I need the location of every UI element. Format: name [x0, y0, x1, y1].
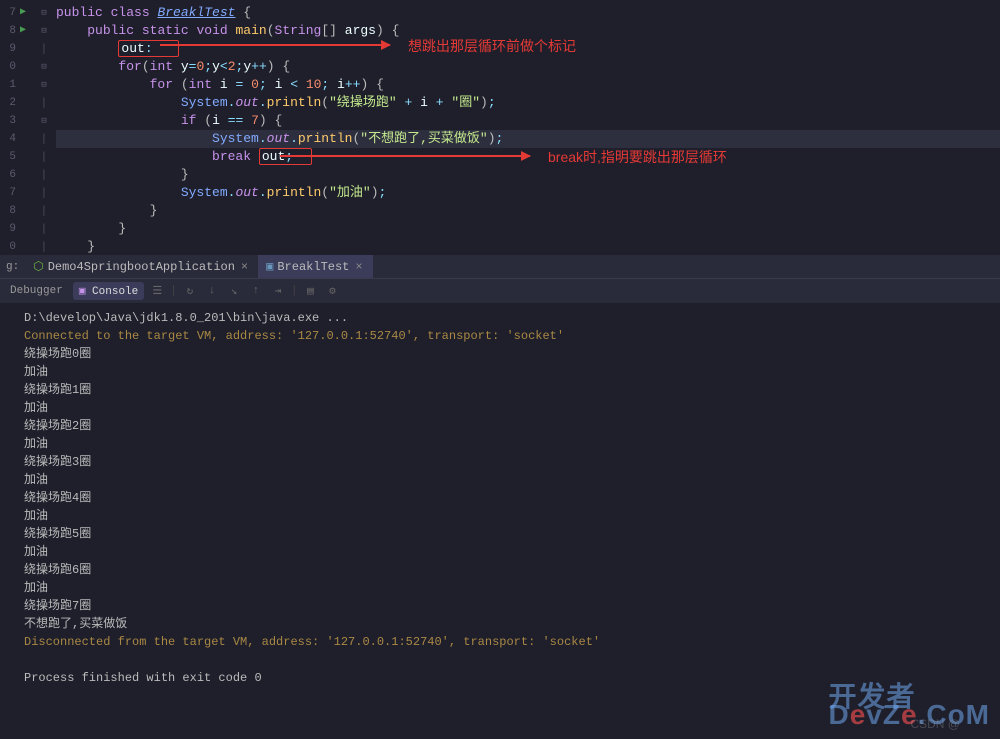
- tab-label: Console: [92, 286, 138, 298]
- fold-gutter[interactable]: ⊟⊟│⊟⊟│⊟│││││││: [38, 0, 50, 255]
- settings-icon[interactable]: ⚙: [323, 282, 341, 300]
- watermark-logo: 开发者 DevZe.CoM: [828, 688, 990, 724]
- console-output[interactable]: D:\develop\Java\jdk1.8.0_201\bin\java.ex…: [0, 303, 1000, 739]
- tab-label: Demo4SpringbootApplication: [48, 260, 235, 274]
- step-out-icon[interactable]: ↑: [247, 282, 265, 300]
- console-text: D:\develop\Java\jdk1.8.0_201\bin\java.ex…: [24, 309, 996, 687]
- code-content[interactable]: public class BreaklTest { public static …: [50, 0, 1000, 255]
- app-icon: ▣: [266, 259, 273, 274]
- line-number-gutter: 78901234567890: [0, 0, 20, 255]
- code-editor[interactable]: 78901234567890 ▶ ▶ ⊟⊟│⊟⊟│⊟│││││││ public…: [0, 0, 1000, 255]
- close-icon[interactable]: ×: [239, 260, 250, 274]
- run-gutter[interactable]: ▶ ▶: [20, 0, 38, 255]
- run-line-icon[interactable]: ▶: [20, 22, 38, 40]
- tab-breakltest[interactable]: ▣ BreaklTest ×: [258, 255, 372, 278]
- arrow-annotation: [280, 155, 530, 157]
- step-into-icon[interactable]: ↘: [225, 282, 243, 300]
- tab-demo4[interactable]: ⬡ Demo4SpringbootApplication ×: [25, 255, 258, 278]
- tab-debugger[interactable]: Debugger: [4, 283, 69, 299]
- console-icon: ▣: [79, 286, 86, 298]
- spring-icon: ⬡: [33, 259, 43, 274]
- evaluate-icon[interactable]: ▤: [301, 282, 319, 300]
- run-line-icon[interactable]: ▶: [20, 4, 38, 22]
- run-to-cursor-icon[interactable]: ⇥: [269, 282, 287, 300]
- csdn-watermark: CSDN @: [910, 715, 960, 733]
- run-tabs-bar: g: ⬡ Demo4SpringbootApplication × ▣ Brea…: [0, 255, 1000, 279]
- arrow-annotation: [160, 44, 390, 46]
- tab-console[interactable]: ▣ Console: [73, 282, 144, 300]
- tab-label: BreaklTest: [277, 260, 349, 274]
- debug-toolbar: Debugger ▣ Console ☰ | ↻ ↓ ↘ ↑ ⇥ | ▤ ⚙: [0, 279, 1000, 303]
- run-prefix: g:: [0, 261, 25, 273]
- filter-icon[interactable]: ☰: [148, 282, 166, 300]
- rerun-icon[interactable]: ↻: [181, 282, 199, 300]
- close-icon[interactable]: ×: [353, 260, 364, 274]
- step-over-icon[interactable]: ↓: [203, 282, 221, 300]
